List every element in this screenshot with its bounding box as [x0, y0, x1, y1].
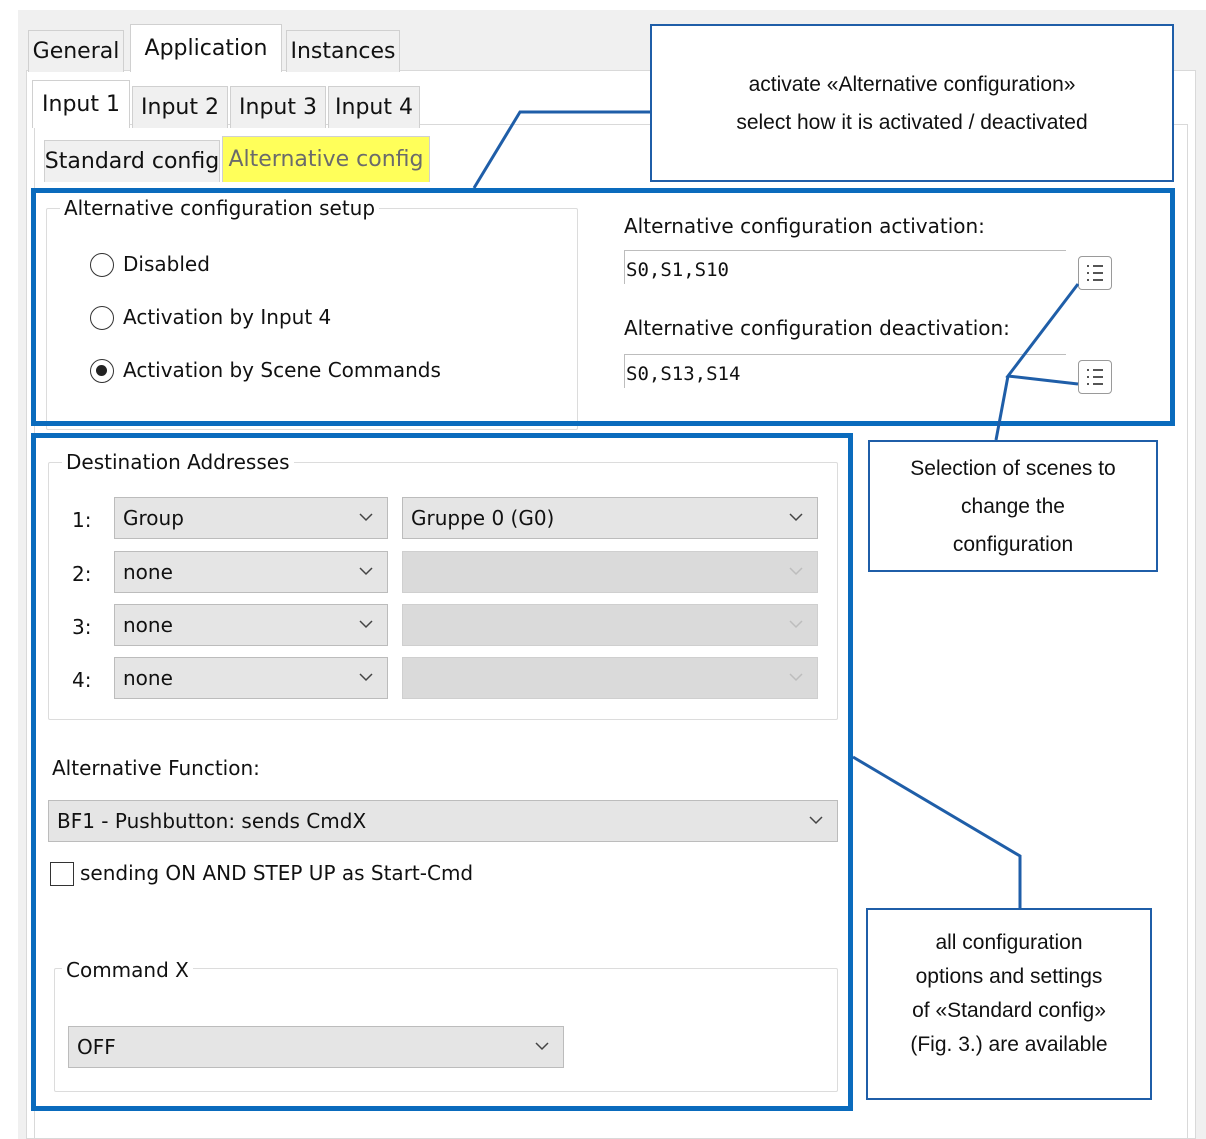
callout-all-line-1: all configuration	[935, 931, 1083, 954]
callout-activate-line-1: activate «Alternative configuration»	[748, 73, 1076, 96]
callout-all-options: all configuration options and settings o…	[866, 908, 1152, 1100]
callout-scenes-line-1: Selection of scenes to	[910, 457, 1116, 480]
connector-scenes	[994, 375, 1010, 441]
tab-alternative-config[interactable]: Alternative config	[222, 136, 430, 182]
callout-activate-line-2: select how it is activated / deactivated	[736, 111, 1088, 134]
connector-scenes-top	[1005, 283, 1080, 386]
connector-all	[852, 755, 1022, 910]
tab-application[interactable]: Application	[130, 24, 282, 72]
callout-all-line-3: of «Standard config»	[912, 999, 1106, 1022]
callout-scenes: Selection of scenes to change the config…	[868, 440, 1158, 572]
callout-activate: activate «Alternative configuration» sel…	[650, 24, 1174, 182]
connector-activate	[472, 110, 652, 189]
callout-scenes-line-3: configuration	[952, 533, 1074, 556]
callout-all-line-2: options and settings	[915, 965, 1103, 988]
callout-all-line-4: (Fig. 3.) are available	[910, 1033, 1108, 1056]
tab-input-1[interactable]: Input 1	[32, 80, 130, 128]
callout-scenes-line-2: change the	[961, 495, 1065, 518]
